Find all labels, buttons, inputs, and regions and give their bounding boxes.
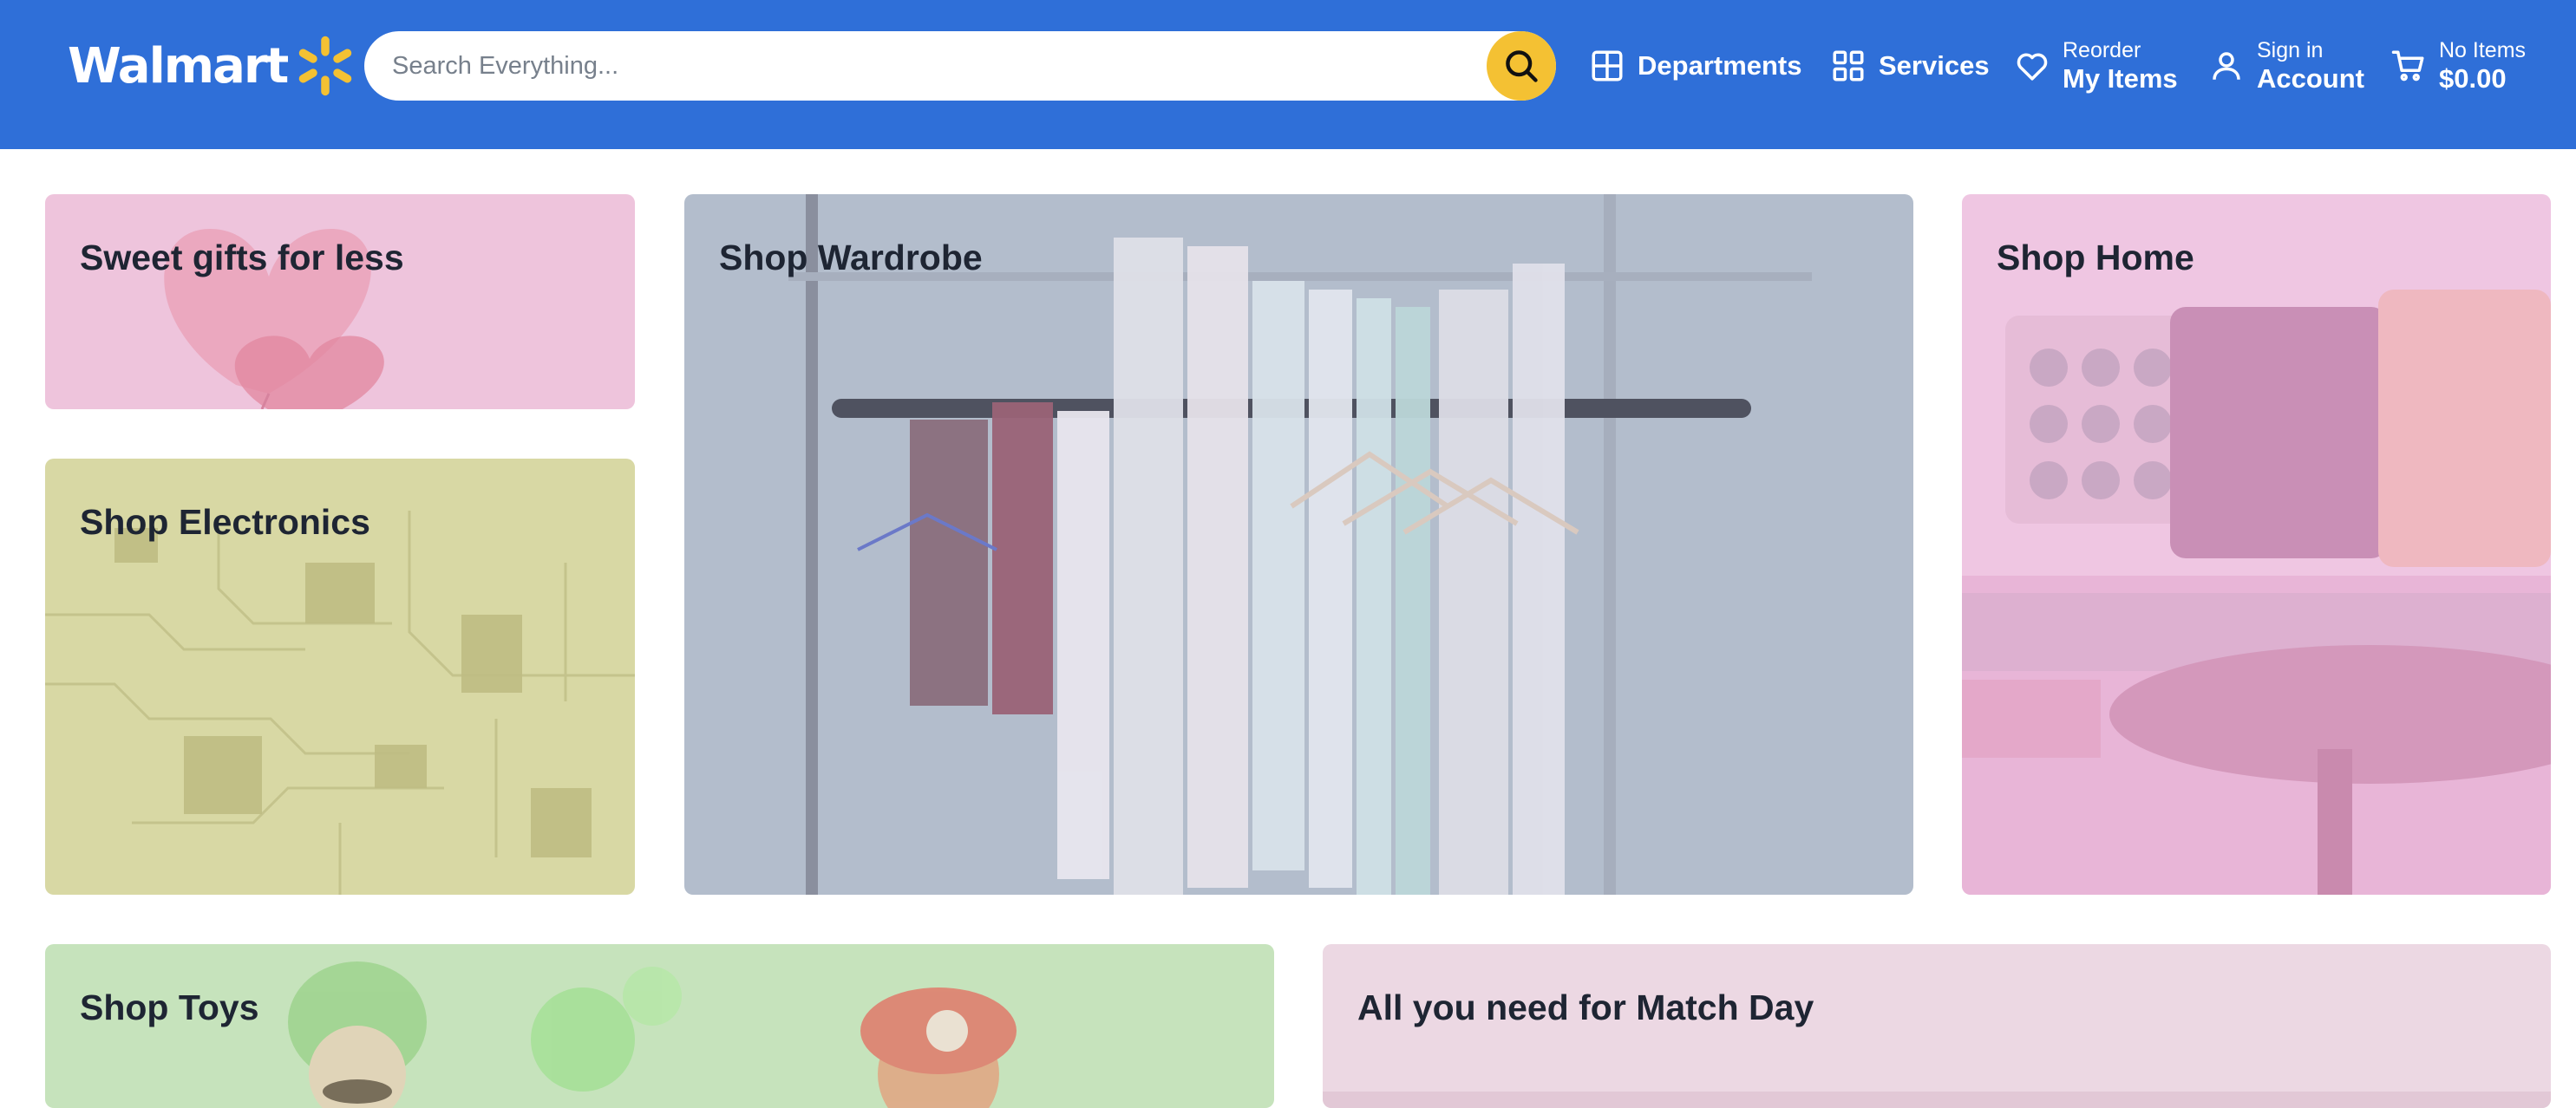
cart-text: No Items $0.00 [2439, 38, 2526, 94]
top-header: Walmart Departments [0, 0, 2576, 149]
heart-icon [2017, 53, 2048, 81]
card-sweet-gifts[interactable]: Sweet gifts for less [45, 194, 635, 409]
account-button[interactable]: Sign in Account [2208, 29, 2364, 102]
card-title: Sweet gifts for less [80, 238, 404, 277]
departments-icon [1592, 50, 1623, 81]
search-icon [1506, 50, 1538, 82]
services-icon [1833, 50, 1864, 81]
card-title: Shop Electronics [80, 502, 370, 542]
account-text: Sign in Account [2257, 38, 2364, 94]
departments-button[interactable]: Departments [1589, 29, 1802, 102]
reorder-label: Reorder [2063, 37, 2141, 62]
balloon-hearts-image [164, 229, 384, 409]
logo-text: Walmart [68, 37, 289, 95]
reorder-my-items-button[interactable]: Reorder My Items [2014, 29, 2178, 102]
cart-count-label: No Items [2439, 37, 2527, 62]
sign-in-label: Sign in [2257, 37, 2324, 62]
card-title: Shop Toys [80, 987, 259, 1027]
departments-label: Departments [1638, 50, 1802, 81]
walmart-logo[interactable]: Walmart [68, 29, 358, 102]
services-button[interactable]: Services [1830, 29, 1990, 102]
account-label: Account [2257, 62, 2364, 94]
card-toys[interactable]: Shop Toys [45, 944, 1274, 1108]
cart-button[interactable]: No Items $0.00 [2390, 29, 2526, 102]
cart-icon [2391, 50, 2424, 81]
card-wardrobe[interactable]: Shop Wardrobe [684, 194, 1913, 895]
card-title: Shop Wardrobe [719, 238, 983, 277]
card-electronics[interactable]: Shop Electronics [45, 459, 635, 895]
search-input[interactable] [392, 31, 1459, 101]
card-title: Shop Home [1997, 238, 2194, 277]
user-icon [2213, 52, 2240, 80]
card-title: All you need for Match Day [1357, 987, 1814, 1027]
my-items-label: My Items [2063, 62, 2178, 94]
search-button[interactable] [1487, 31, 1556, 101]
services-label: Services [1879, 50, 1990, 81]
cart-total-label: $0.00 [2439, 62, 2507, 94]
reorder-text: Reorder My Items [2063, 38, 2178, 94]
sofa-pillows-image [1962, 290, 2551, 895]
search-bar [364, 31, 1556, 101]
card-home[interactable]: Shop Home [1962, 194, 2551, 895]
card-match-day[interactable]: All you need for Match Day [1323, 944, 2551, 1108]
spark-icon [299, 36, 352, 96]
clothing-rack-image [788, 194, 1812, 895]
